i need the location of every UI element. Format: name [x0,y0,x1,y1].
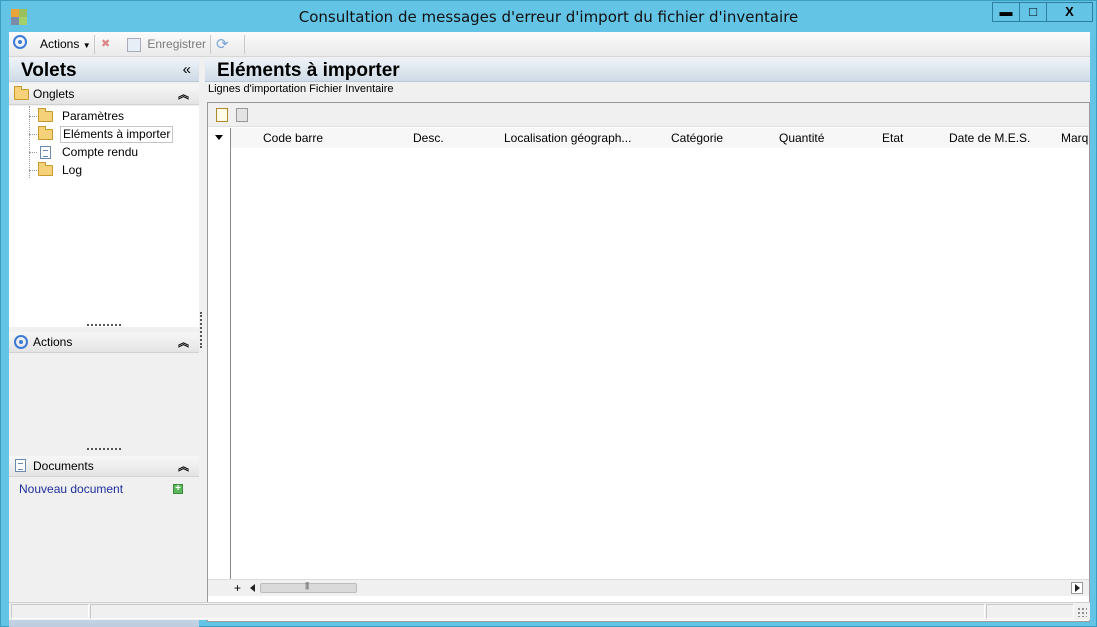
tree-item-label: Eléments à importer [60,126,174,143]
collapse-section-icon[interactable]: ︽ [178,334,189,350]
folder-icon [38,162,53,176]
save-icon [127,37,141,52]
section-header-onglets[interactable]: Onglets ︽ [9,84,199,105]
actions-menu-icon[interactable] [13,35,27,54]
scroll-right-icon[interactable] [1071,582,1083,594]
column-header-categorie[interactable]: Catégorie [671,131,723,145]
status-cell [986,604,1074,619]
pane-splitter[interactable] [200,312,203,348]
section-label: Documents [33,459,94,473]
horizontal-scrollbar[interactable]: + [208,579,1089,596]
save-button[interactable]: Enregistrer [127,35,206,54]
column-header-marque[interactable]: Marq [1061,131,1089,145]
delete-icon[interactable]: ✖ [101,35,110,54]
section-header-documents[interactable]: Documents ︽ [9,456,199,477]
page-title: Eléments à importer [217,60,400,81]
main-toolbar: Actions ▼ ✖ Enregistrer ⟳ [9,32,1090,57]
panes-header: Volets « [9,58,199,82]
actions-section-body [9,354,199,448]
close-button[interactable]: X [1046,2,1093,22]
column-header-desc[interactable]: Desc. [413,131,444,145]
folder-icon [14,86,29,100]
main-panel: Eléments à importer Lignes d'importation… [205,58,1090,622]
actions-menu-button[interactable]: Actions ▼ [40,35,91,54]
edit-row-icon[interactable] [236,108,248,122]
column-header-localisation[interactable]: Localisation géograph... [504,131,631,145]
chevron-down-icon: ▼ [82,41,91,50]
tabs-tree: Paramètres Eléments à importer Compte re… [9,106,199,327]
import-lines-grid: Code barre Desc. Localisation géograph..… [207,102,1090,622]
toolbar-separator [94,35,95,54]
actions-menu-label: Actions [40,37,80,51]
client-area: Actions ▼ ✖ Enregistrer ⟳ Volets « Ongle… [9,32,1090,627]
document-icon [15,459,26,472]
collapse-section-icon[interactable]: ︽ [178,458,189,474]
tree-item-label: Paramètres [62,109,125,123]
column-chooser-icon[interactable] [215,135,223,140]
minimize-button[interactable]: ▬ [992,2,1020,22]
panes-title: Volets [21,60,77,81]
row-selector-column [208,128,231,579]
column-header-quantite[interactable]: Quantité [779,131,824,145]
section-header-actions[interactable]: Actions ︽ [9,332,199,353]
section-splitter[interactable] [87,324,121,327]
status-cell [90,604,985,619]
documents-section-body: Nouveau document + [9,478,199,604]
new-document-link[interactable]: Nouveau document [19,482,123,496]
section-splitter[interactable] [87,448,121,451]
add-document-icon[interactable]: + [173,484,183,494]
maximize-button[interactable]: □ [1019,2,1047,22]
toolbar-separator [244,35,245,54]
scrollbar-thumb[interactable] [260,581,357,593]
resize-grip-icon[interactable] [1077,607,1087,617]
column-header-etat[interactable]: Etat [882,131,903,145]
title-bar[interactable]: Consultation de messages d'erreur d'impo… [2,2,1095,31]
collapse-section-icon[interactable]: ︽ [178,86,189,102]
document-icon [40,146,51,159]
status-bar [9,602,1090,620]
column-header-date-mes[interactable]: Date de M.E.S. [949,131,1030,145]
column-header-code-barre[interactable]: Code barre [263,131,323,145]
scroll-left-icon[interactable] [250,584,255,592]
panes-panel: Volets « Onglets ︽ Paramètres Eléments à… [9,58,199,627]
section-label: Onglets [33,87,75,101]
tree-item-label: Log [62,163,83,177]
collapse-panel-icon[interactable]: « [183,61,191,78]
folder-icon [38,108,53,122]
grid-caption: Lignes d'importation Fichier Inventaire [208,83,394,95]
main-header: Eléments à importer [205,58,1090,82]
folder-open-icon [38,126,53,140]
actions-icon [14,335,28,349]
toolbar-separator [210,35,211,54]
save-label: Enregistrer [147,37,207,51]
status-cell [11,604,89,619]
application-window: Consultation de messages d'erreur d'impo… [0,0,1097,627]
refresh-icon[interactable]: ⟳ [216,35,229,54]
grid-header: Code barre Desc. Localisation géograph..… [208,128,1089,148]
window-title: Consultation de messages d'erreur d'impo… [298,8,799,26]
grid-toolbar [208,103,1089,127]
grid-body[interactable] [232,148,1089,578]
add-row-button[interactable]: + [234,581,241,595]
section-label: Actions [33,335,73,349]
tree-item-label: Compte rendu [62,145,139,159]
new-row-icon[interactable] [216,108,228,122]
